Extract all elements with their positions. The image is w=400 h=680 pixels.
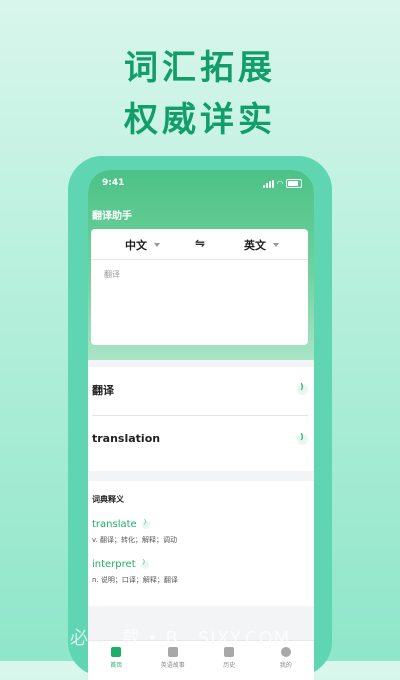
status-icons: ◠	[262, 179, 302, 188]
tab-label: 我的	[279, 662, 292, 669]
translation-input[interactable]: 翻译	[104, 269, 120, 280]
language-selector-row: 中文 ⇋ 英文	[91, 229, 308, 260]
tab-label: 英语故事	[160, 662, 185, 669]
promo-headline-1: 词汇拓展	[124, 48, 276, 88]
chevron-down-icon	[154, 243, 160, 247]
signal-icon	[262, 179, 274, 188]
status-time: 9:41	[102, 178, 125, 188]
source-language-label: 中文	[125, 239, 147, 252]
dictionary-entry: interpret n. 说明；口译；解释；翻译	[92, 559, 178, 585]
source-language-select[interactable]: 中文	[125, 237, 160, 253]
swap-languages-button[interactable]: ⇋	[195, 236, 205, 250]
speaker-icon[interactable]	[297, 382, 308, 395]
translator-card: 中文 ⇋ 英文 翻译	[91, 229, 308, 345]
target-language-label: 英文	[244, 239, 266, 252]
entry-definition: v. 翻译；转化；解释；调动	[92, 536, 178, 544]
dictionary-panel: 词典释义 translate v. 翻译；转化；解释；调动 interpret …	[88, 481, 314, 606]
header-background: 9:41 ◠ 翻译助手 中文 ⇋ 英文 翻译	[88, 170, 314, 360]
target-language-select[interactable]: 英文	[244, 237, 279, 253]
watermark: 必 … 载 • B…SIXY.COM	[70, 628, 291, 649]
dictionary-entry: translate v. 翻译；转化；解释；调动	[92, 519, 177, 545]
entry-word[interactable]: translate	[92, 519, 137, 530]
translated-text: translation	[92, 432, 161, 445]
phone-screen: 9:41 ◠ 翻译助手 中文 ⇋ 英文 翻译 翻译) translation …	[88, 170, 314, 680]
status-bar: 9:41 ◠	[102, 178, 302, 192]
speaker-icon[interactable]	[140, 559, 149, 569]
entry-definition: n. 说明；口译；解释；翻译	[92, 576, 178, 584]
phone-frame: 9:41 ◠ 翻译助手 中文 ⇋ 英文 翻译 翻译) translation …	[68, 156, 332, 680]
translated-result-row: translation	[92, 417, 308, 465]
speaker-icon[interactable]	[141, 519, 150, 529]
source-text: 翻译	[92, 384, 114, 397]
source-result-row: 翻译	[92, 367, 308, 416]
tab-label: 首页	[110, 662, 123, 669]
app-title: 翻译助手	[92, 211, 132, 222]
wifi-icon: ◠	[276, 179, 283, 188]
speaker-icon[interactable]	[297, 432, 308, 445]
tab-label: 历史	[223, 662, 236, 669]
chevron-down-icon	[273, 243, 279, 247]
entry-word[interactable]: interpret	[92, 559, 136, 570]
result-panel: 翻译 translation	[88, 367, 314, 471]
promo-headline-2: 权威详实	[124, 100, 276, 140]
battery-icon	[286, 179, 302, 188]
dictionary-title: 词典释义	[92, 495, 124, 504]
